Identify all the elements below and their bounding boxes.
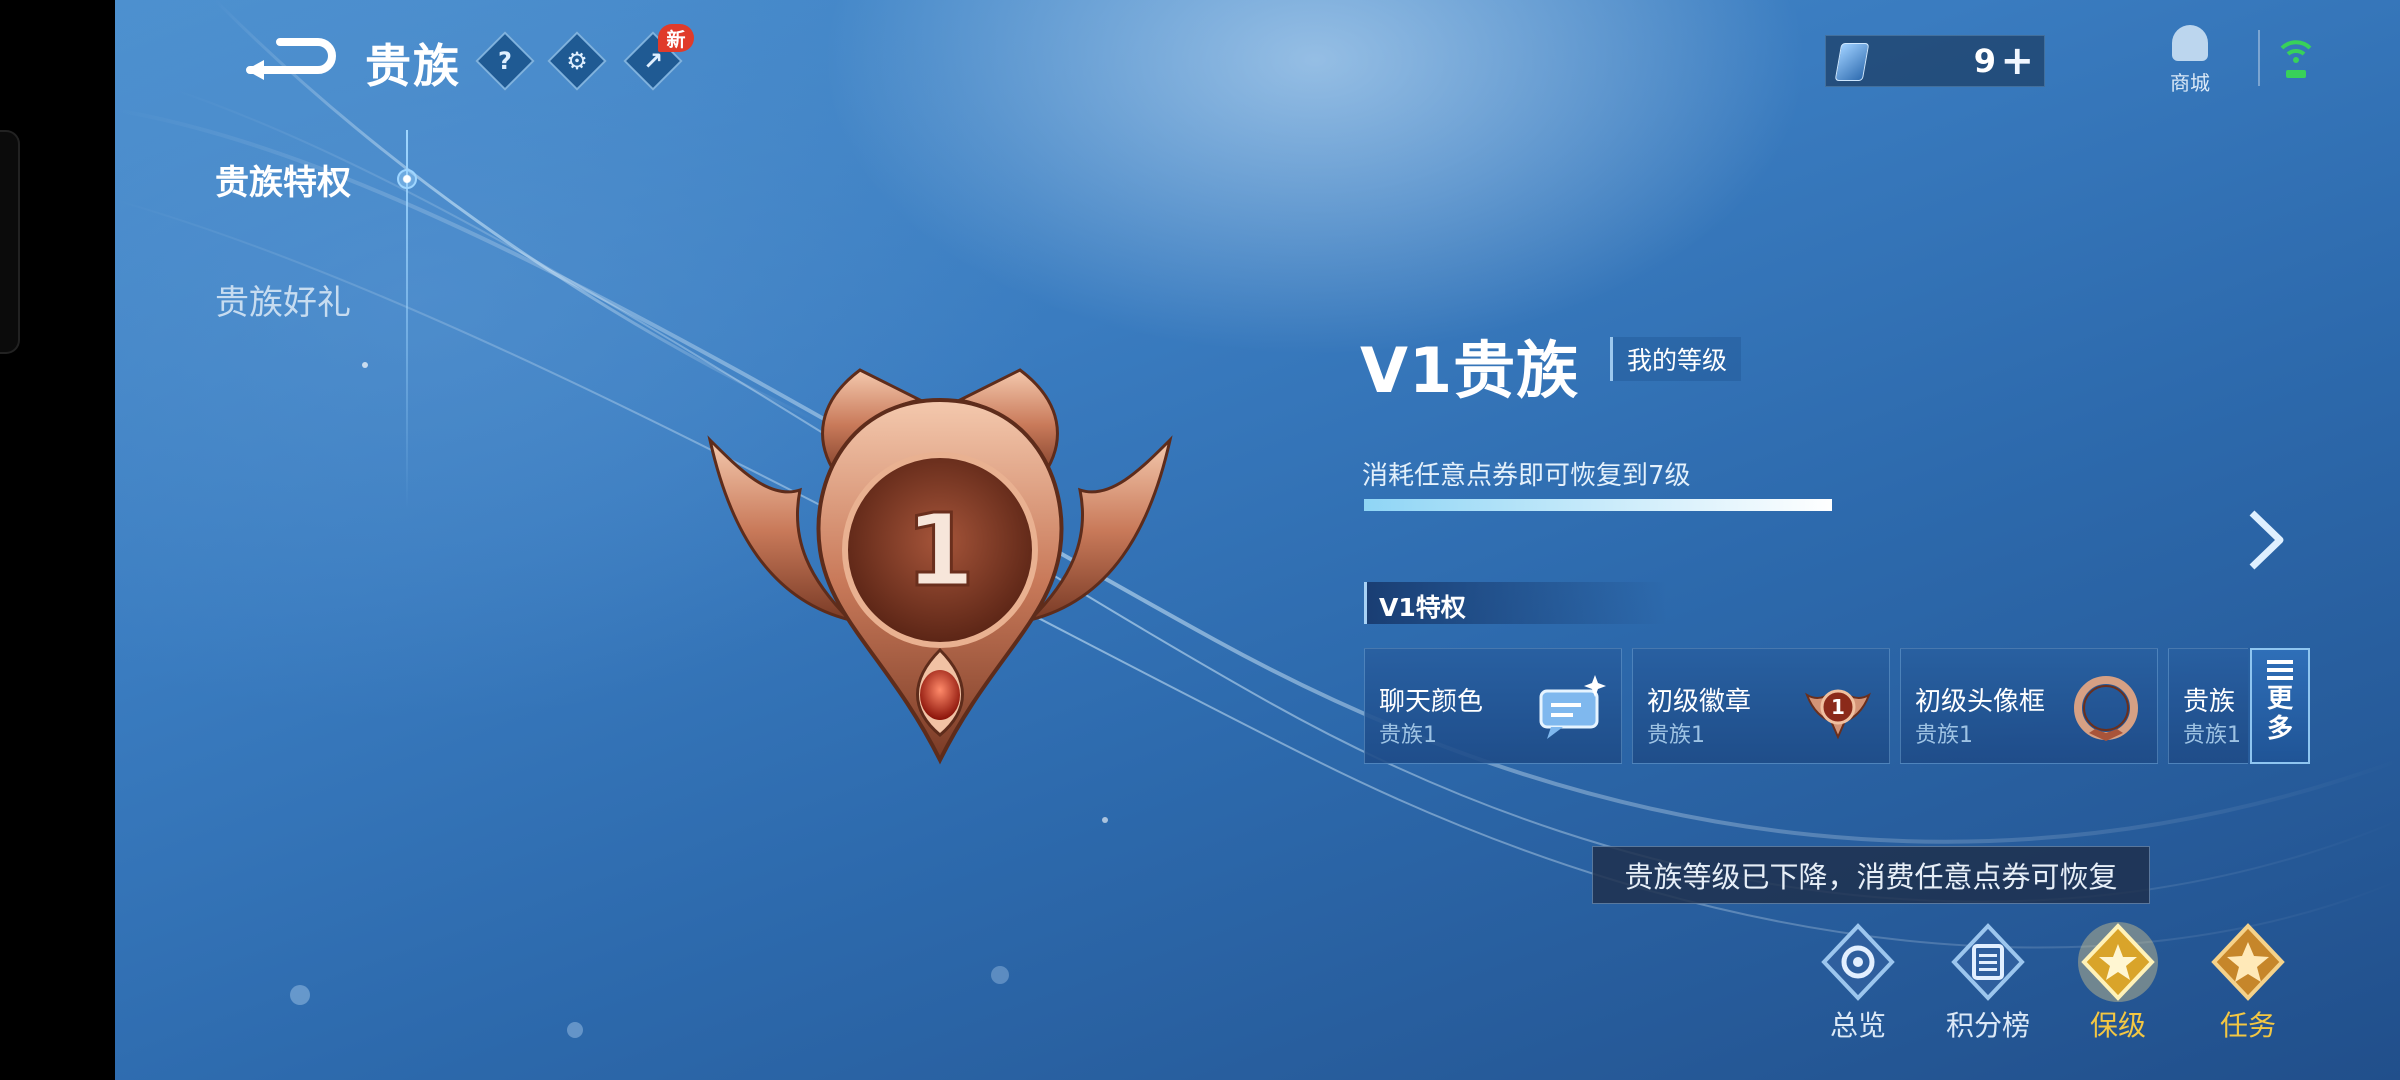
level-progress-fill: [1364, 499, 1832, 511]
privilege-title: 初级头像框: [1915, 687, 2046, 717]
ticket-balance: 9 +: [1825, 35, 2045, 87]
svg-text:1: 1: [1831, 695, 1845, 719]
question-icon: ?: [498, 47, 512, 75]
vip-level-title: V1贵族: [1360, 334, 1580, 407]
privilege-card-avatar-frame[interactable]: 初级头像框 贵族1: [1900, 648, 2158, 764]
shop-icon: [2172, 25, 2208, 61]
list-icon: [2267, 660, 2293, 680]
ticket-icon: [1834, 43, 1870, 81]
my-level-button[interactable]: 我的等级: [1610, 337, 1742, 381]
shop-label: 商城: [2170, 71, 2210, 95]
more-label-2: 多: [2266, 714, 2293, 744]
level-drop-toast: 贵族等级已下降，消费任意点券可恢复: [1592, 846, 2150, 904]
task-star-icon: [2211, 923, 2285, 1001]
avatar-frame-icon: [2074, 676, 2138, 741]
shop-button[interactable]: 商城: [2160, 25, 2220, 100]
back-button[interactable]: [240, 30, 340, 90]
noble-level-emblem: 1: [707, 368, 1173, 765]
sidebar-item-privileges[interactable]: 贵族特权: [215, 155, 351, 204]
privilege-title: 聊天颜色: [1379, 687, 1484, 717]
wifi-icon: [2280, 40, 2312, 78]
privilege-card-partial[interactable]: 贵族 贵族1: [2168, 648, 2248, 764]
privilege-title: 初级徽章: [1647, 687, 1752, 717]
privilege-sub: 贵族1: [2183, 723, 2241, 748]
privilege-title: 贵族: [2183, 687, 2236, 717]
header-divider: [2258, 30, 2260, 86]
new-badge: 新: [658, 24, 694, 52]
overview-icon: [1821, 923, 1895, 1001]
privileges-header: V1特权: [1364, 582, 1667, 624]
nav-leaderboard-label: 积分榜: [1945, 1009, 2030, 1042]
restore-hint: 消耗任意点券即可恢复到7级: [1362, 461, 1691, 491]
nav-keep-level-label: 保级: [2089, 1009, 2146, 1042]
chat-bubble-icon: [1539, 675, 1606, 739]
privilege-card-chat-color[interactable]: 聊天颜色 贵族1: [1364, 648, 1622, 764]
emblem-level-number: 1: [905, 492, 975, 609]
background-light-streaks: [115, 0, 2400, 1038]
more-label-1: 更: [2266, 684, 2293, 714]
more-privileges-button[interactable]: 更 多: [2250, 648, 2310, 764]
shield-star-icon: [2078, 922, 2158, 1002]
privilege-card-badge[interactable]: 初级徽章 贵族1 1: [1632, 648, 1890, 764]
nav-overview-label: 总览: [1829, 1009, 1886, 1042]
privilege-sub: 贵族1: [1915, 723, 1973, 748]
privilege-sub: 贵族1: [1647, 723, 1705, 748]
chevron-right-icon[interactable]: [2240, 505, 2290, 575]
sidebar-item-gifts[interactable]: 贵族好礼: [215, 275, 351, 324]
privileges-header-label: V1特权: [1379, 593, 1466, 622]
privilege-sub: 贵族1: [1379, 723, 1437, 748]
nav-tasks-label: 任务: [2219, 1009, 2276, 1042]
badge-icon: 1: [1805, 689, 1871, 740]
leaderboard-icon: [1951, 923, 2025, 1001]
device-notch: [0, 130, 20, 354]
nav-tasks[interactable]: 任务: [2193, 920, 2303, 1042]
noble-page-background: [115, 0, 2400, 1080]
nav-leaderboard[interactable]: 积分榜: [1933, 920, 2043, 1042]
page-title: 贵族: [365, 39, 461, 93]
gear-icon: ⚙: [566, 47, 588, 75]
level-progress-bar: [1364, 499, 1832, 511]
privilege-cards: 聊天颜色 贵族1 初级徽章 贵族1 1 初级头像框 贵族1 贵族 贵族1: [1364, 648, 2248, 766]
ticket-count: 9: [1973, 42, 1996, 80]
nav-overview[interactable]: 总览: [1803, 920, 1913, 1042]
add-ticket-button[interactable]: +: [2000, 38, 2034, 84]
sidebar-active-indicator: [397, 169, 417, 189]
nav-keep-level[interactable]: 保级: [2063, 920, 2173, 1042]
